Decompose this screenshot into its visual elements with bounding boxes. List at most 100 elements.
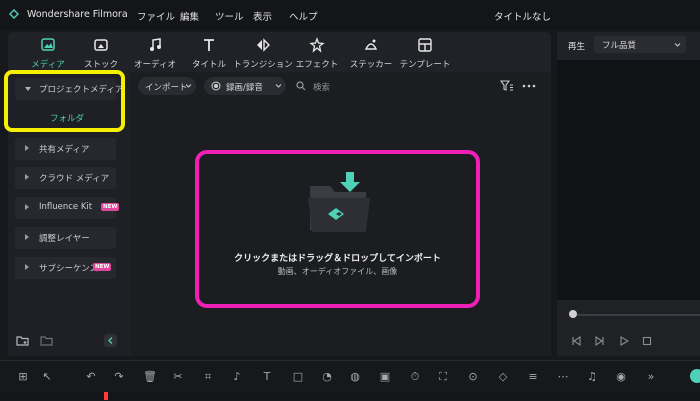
- redo-icon[interactable]: ↷: [112, 370, 126, 384]
- tab-sticker[interactable]: ステッカー: [341, 34, 401, 70]
- chevron-down-icon: [275, 84, 282, 88]
- sidebar-item-influence-kit[interactable]: Influence Kit NEW: [15, 197, 120, 219]
- ai-assistant-icon[interactable]: [690, 369, 700, 383]
- adjust-icon[interactable]: ≡: [526, 370, 540, 384]
- scrubber-handle[interactable]: [569, 310, 577, 318]
- tab-transition-label: トランジション: [233, 60, 293, 70]
- smart-icon[interactable]: ⊙: [466, 370, 480, 384]
- tab-media[interactable]: メディア: [18, 34, 78, 70]
- marker-icon[interactable]: ⋯: [556, 370, 570, 384]
- sidebar-item-adjustment-layer[interactable]: 調整レイヤー: [15, 227, 116, 249]
- tab-media-label: メディア: [31, 60, 65, 70]
- app-name: Wondershare Filmora: [27, 9, 128, 20]
- new-folder-icon[interactable]: [16, 335, 30, 347]
- voice-icon[interactable]: ♫: [585, 370, 599, 384]
- menu-view[interactable]: 表示: [253, 9, 272, 23]
- quality-dropdown[interactable]: フル品質: [594, 36, 686, 53]
- chevron-down-icon: [185, 84, 192, 88]
- tab-title-label: タイトル: [191, 60, 226, 70]
- menu-edit[interactable]: 編集: [180, 9, 199, 23]
- transition-icon: [257, 38, 270, 52]
- menu-file[interactable]: ファイル: [137, 9, 175, 23]
- chevron-left-icon: [108, 337, 113, 344]
- stop-icon[interactable]: [642, 336, 652, 346]
- sticker-icon: [364, 39, 378, 50]
- quality-value: フル品質: [602, 41, 637, 51]
- ai-cutout-icon[interactable]: ⛶: [436, 370, 450, 384]
- menu-help[interactable]: ヘルプ: [289, 9, 318, 23]
- delete-icon[interactable]: 🗑: [143, 370, 157, 384]
- freeze-frame-icon[interactable]: ▣: [378, 370, 392, 384]
- chevron-down-icon: [674, 43, 681, 47]
- document-title: タイトルなし: [494, 12, 552, 23]
- more-tools-icon[interactable]: »: [644, 370, 658, 384]
- highlight-box-yellow: [4, 70, 125, 132]
- keyframe-icon[interactable]: ◇: [496, 370, 510, 384]
- title-icon: [204, 39, 214, 51]
- search-icon: [296, 81, 306, 91]
- highlight-box-pink: [195, 150, 480, 308]
- record-dropdown[interactable]: 録画/録音: [204, 77, 286, 95]
- timer-icon[interactable]: ⏱: [408, 370, 422, 384]
- next-frame-icon[interactable]: [595, 336, 605, 346]
- crop-icon[interactable]: ⌗: [201, 370, 215, 384]
- record-voice-icon[interactable]: ◉: [614, 370, 628, 384]
- chevron-right-icon: [25, 174, 29, 180]
- speed-icon[interactable]: ◔: [320, 370, 334, 384]
- menu-tools[interactable]: ツール: [215, 9, 244, 23]
- tab-transition[interactable]: トランジション: [233, 34, 293, 70]
- sidebar-item-label: クラウド メディア: [39, 174, 110, 184]
- tab-title[interactable]: タイトル: [179, 34, 239, 70]
- play-icon[interactable]: [619, 336, 629, 346]
- select-cursor-icon[interactable]: ↖: [40, 370, 54, 384]
- playback-scrubber[interactable]: [572, 314, 700, 316]
- sidebar-item-shared-media[interactable]: 共有メディア: [15, 138, 116, 160]
- chevron-right-icon: [25, 145, 29, 151]
- sidebar-item-subsequence[interactable]: サブシーケンス NEW: [15, 257, 116, 279]
- chevron-right-icon: [25, 234, 29, 240]
- audio-edit-icon[interactable]: ♪: [230, 370, 244, 384]
- sidebar-item-cloud-media[interactable]: クラウド メディア: [15, 167, 116, 189]
- tab-audio[interactable]: オーディオ: [125, 34, 185, 70]
- layout-grid-icon[interactable]: ⊞: [16, 370, 30, 384]
- record-icon: [211, 81, 221, 91]
- folder-icon[interactable]: [40, 335, 54, 347]
- collapse-sidebar-button[interactable]: [104, 334, 117, 347]
- filter-sort-icon[interactable]: [500, 80, 514, 92]
- record-label: 録画/録音: [226, 83, 263, 93]
- shape-icon[interactable]: □: [291, 370, 305, 384]
- import-dropdown[interactable]: インポート: [138, 77, 196, 95]
- tab-effect[interactable]: エフェクト: [287, 34, 347, 70]
- preview-label: 再生: [568, 42, 586, 52]
- more-options-icon[interactable]: [522, 83, 536, 89]
- tab-stock[interactable]: ストック: [71, 34, 131, 70]
- tab-effect-label: エフェクト: [295, 60, 339, 70]
- color-icon[interactable]: ◍: [348, 370, 362, 384]
- undo-icon[interactable]: ↶: [84, 370, 98, 384]
- sidebar-item-label: 共有メディア: [39, 145, 90, 155]
- stock-icon: [94, 39, 108, 51]
- tab-template[interactable]: テンプレート: [395, 34, 455, 70]
- tab-stock-label: ストック: [83, 60, 118, 70]
- audio-icon: [150, 38, 161, 51]
- chevron-right-icon: [25, 264, 29, 270]
- preview-screen: [557, 60, 700, 300]
- sidebar-item-label: 調整レイヤー: [39, 234, 90, 244]
- effect-icon: [309, 37, 325, 53]
- tab-sticker-label: ステッカー: [349, 60, 393, 70]
- tab-template-label: テンプレート: [399, 60, 451, 70]
- search-input[interactable]: 検索: [313, 81, 330, 93]
- text-icon[interactable]: T: [260, 370, 274, 384]
- media-icon: [41, 38, 55, 51]
- new-badge: NEW: [101, 203, 120, 211]
- previous-frame-icon[interactable]: [571, 336, 581, 346]
- split-icon[interactable]: ✂: [171, 370, 185, 384]
- chevron-right-icon: [25, 204, 29, 210]
- playhead[interactable]: [104, 392, 108, 400]
- tab-audio-label: オーディオ: [134, 60, 176, 70]
- filmora-logo-icon: [9, 9, 19, 19]
- template-icon: [418, 38, 432, 52]
- sidebar-item-label: Influence Kit: [39, 202, 93, 212]
- sidebar-item-label: サブシーケンス: [39, 264, 99, 274]
- import-label: インポート: [145, 83, 188, 93]
